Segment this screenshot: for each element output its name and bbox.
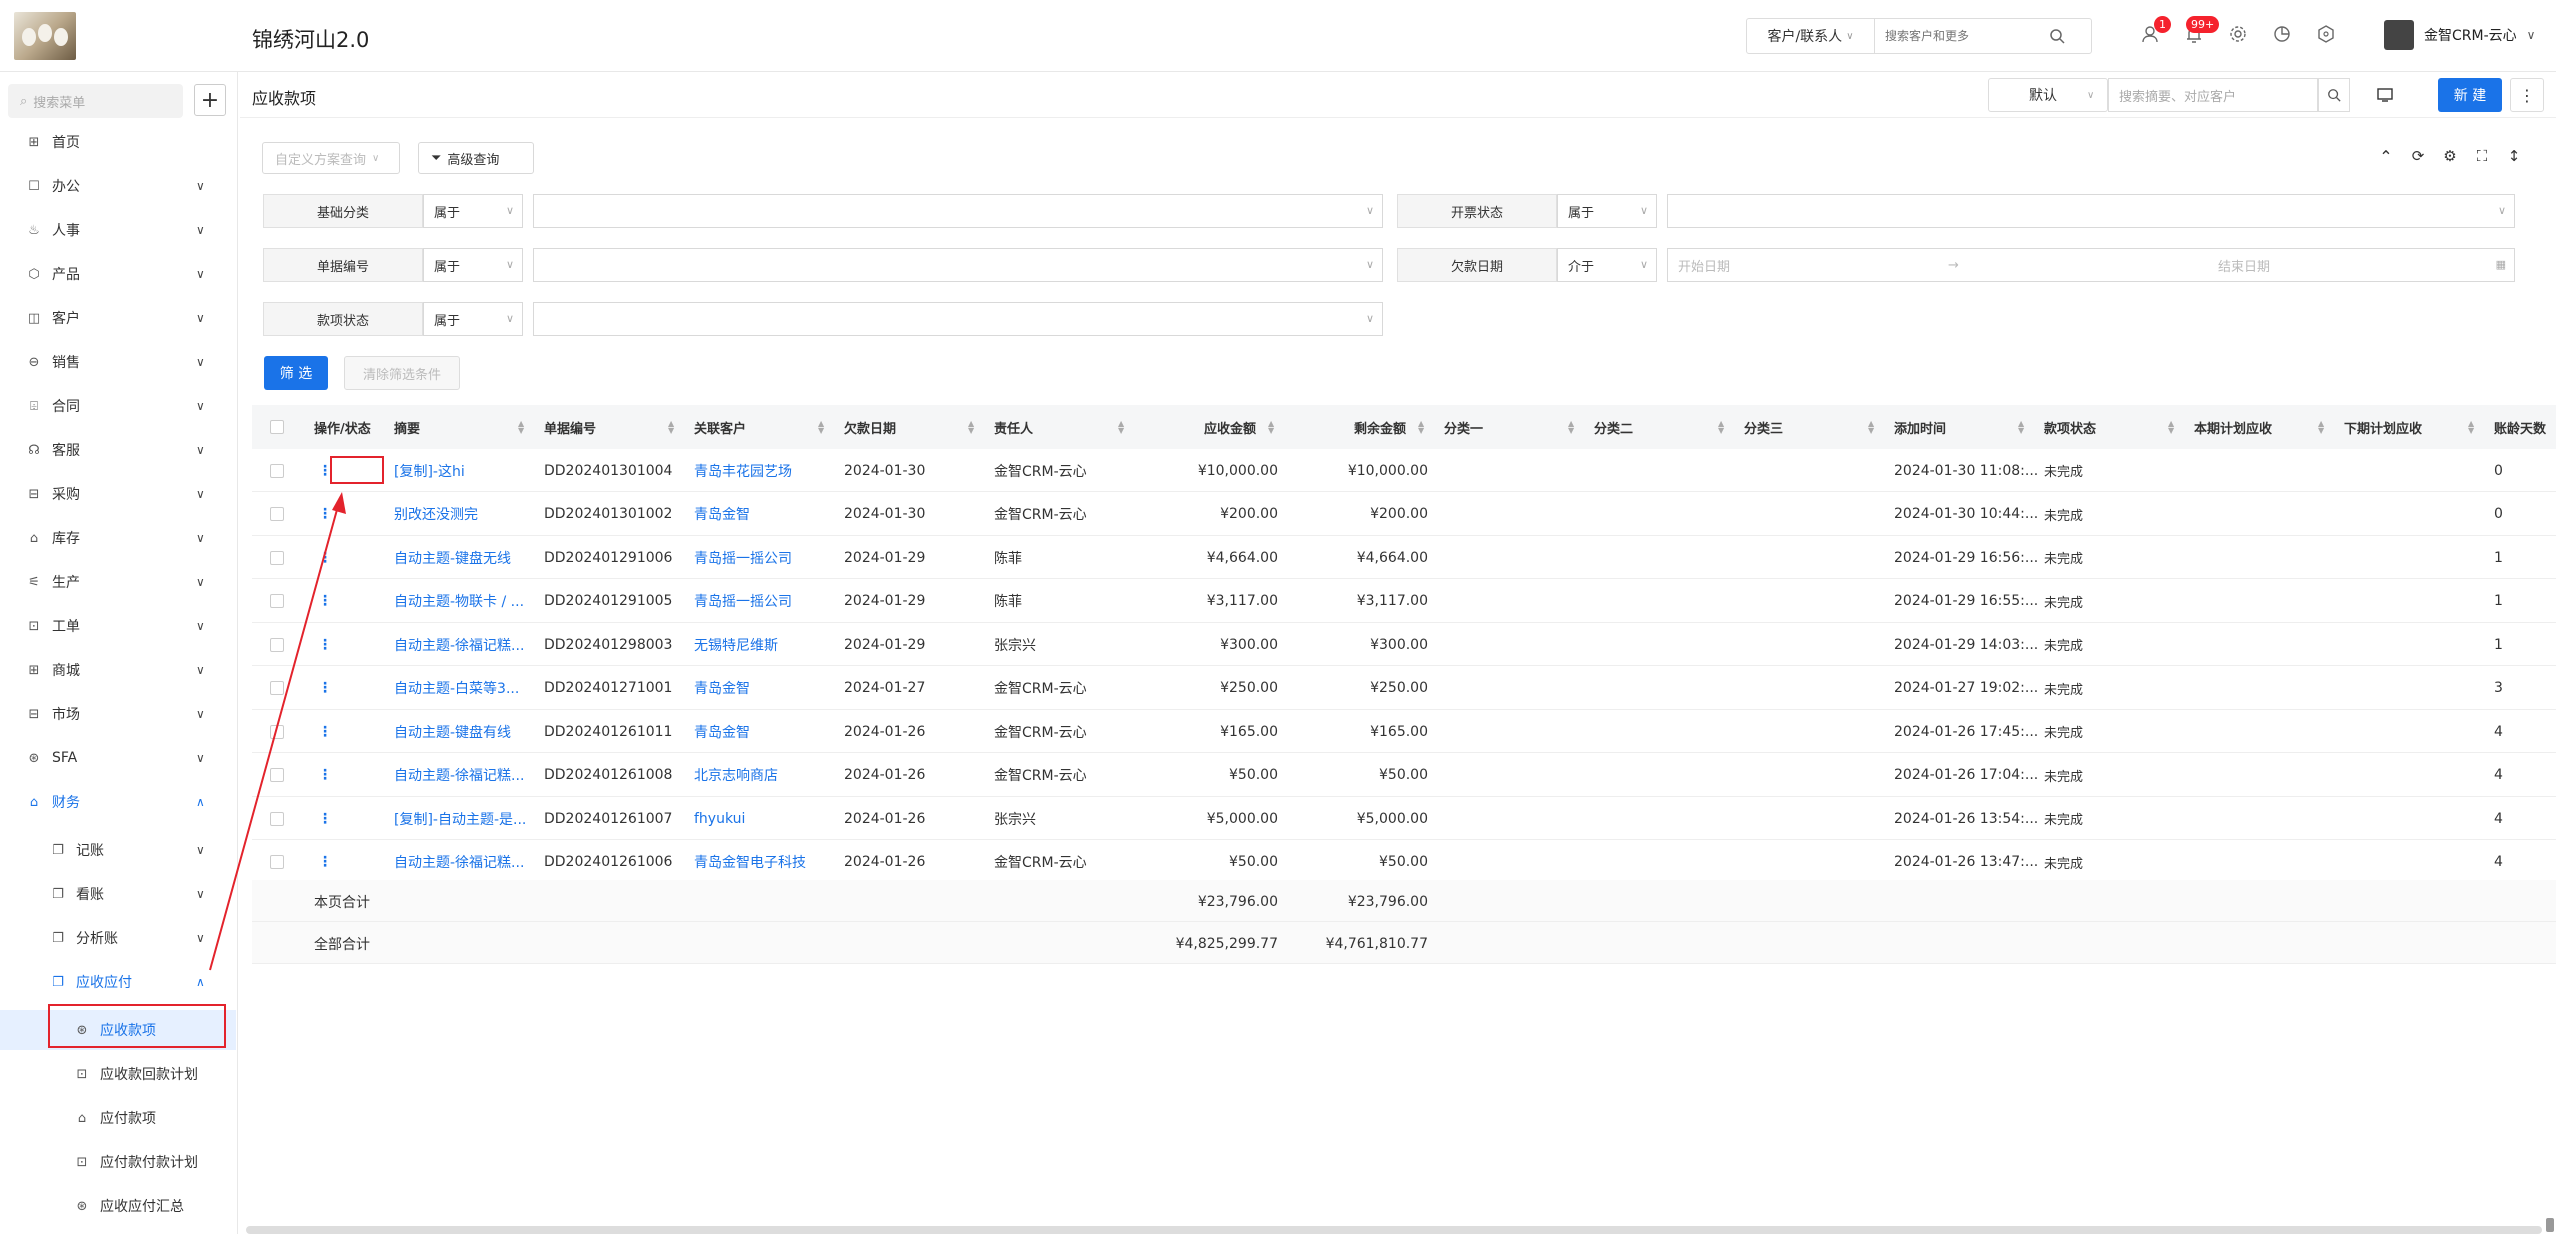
vertical-scrollbar[interactable] (2546, 1218, 2554, 1232)
annotation-arrow (209, 492, 346, 971)
horizontal-scrollbar[interactable] (246, 1226, 2542, 1234)
